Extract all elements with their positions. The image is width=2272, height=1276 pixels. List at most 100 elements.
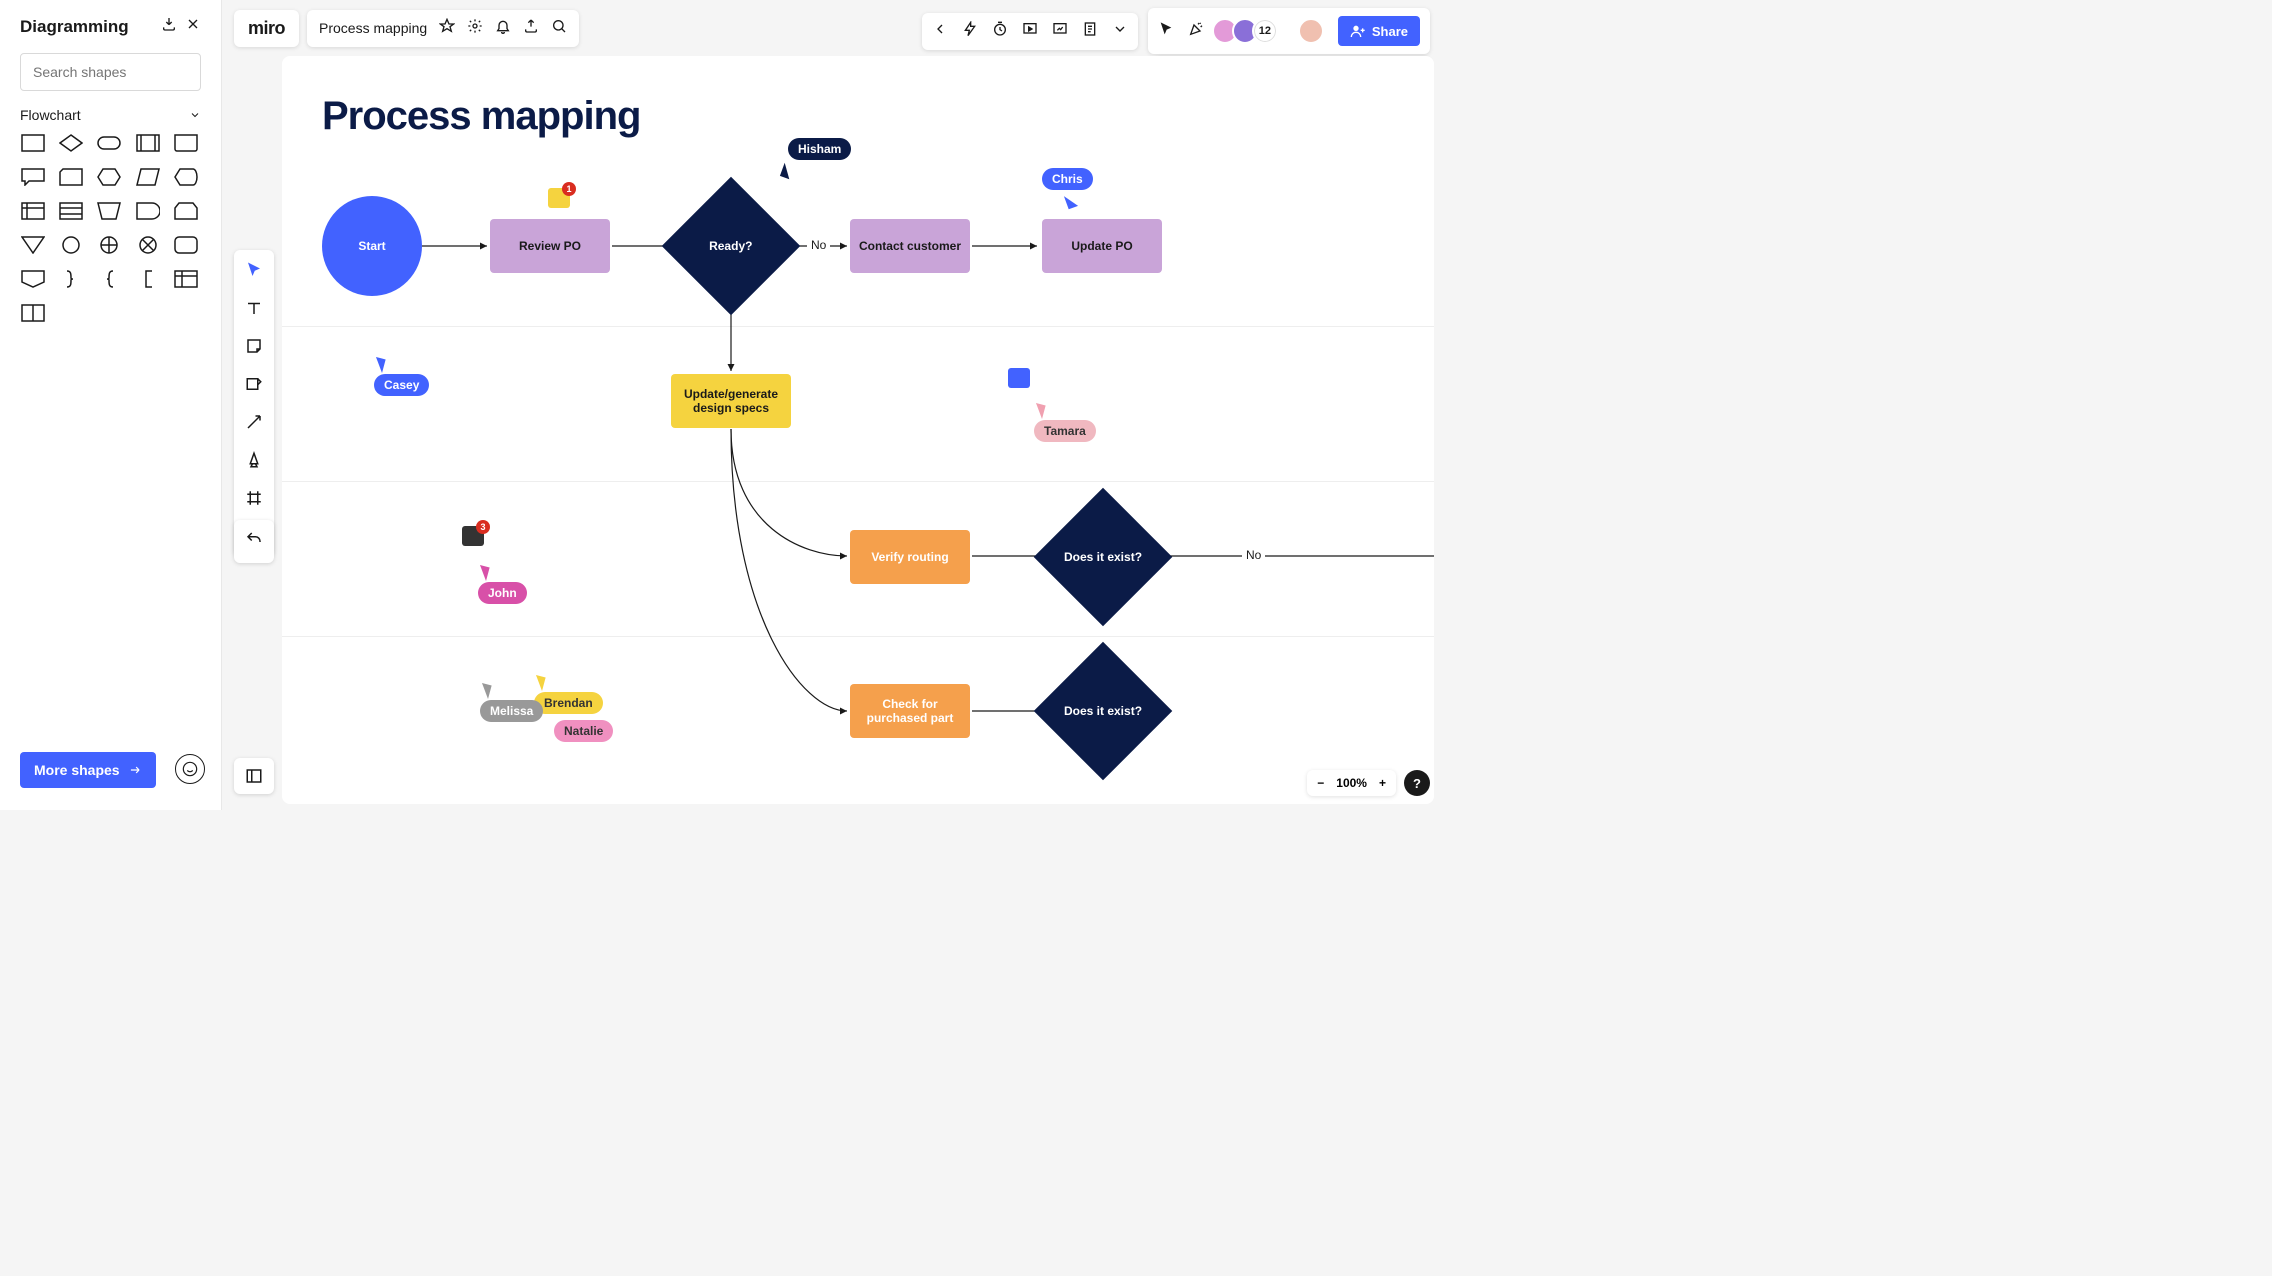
- bolt-icon[interactable]: [962, 21, 978, 42]
- node-contact-customer[interactable]: Contact customer: [850, 219, 970, 273]
- chevron-down-icon[interactable]: [1112, 21, 1128, 42]
- shape-stored-data[interactable]: [58, 201, 84, 221]
- user-cursor: Chris: [1042, 168, 1093, 210]
- shape-predefprocess[interactable]: [135, 133, 161, 153]
- chevron-left-small-icon[interactable]: [932, 21, 948, 42]
- avatar-self[interactable]: [1298, 18, 1324, 44]
- reactions-button[interactable]: [175, 754, 205, 784]
- node-update-po[interactable]: Update PO: [1042, 219, 1162, 273]
- pen-tool[interactable]: [242, 448, 266, 472]
- comment-thread[interactable]: 3: [462, 526, 484, 546]
- shape-manual-op[interactable]: [96, 201, 122, 221]
- shape-table[interactable]: [173, 269, 199, 289]
- present-icon[interactable]: [1022, 21, 1038, 42]
- close-panel-icon[interactable]: [185, 16, 201, 37]
- node-check-part[interactable]: Check for purchased part: [850, 684, 970, 738]
- shape-alt-process[interactable]: [173, 133, 199, 153]
- shape-terminator[interactable]: [96, 133, 122, 153]
- category-flowchart[interactable]: Flowchart: [20, 107, 201, 123]
- shape-merge[interactable]: [20, 235, 46, 255]
- star-icon[interactable]: [439, 18, 455, 39]
- celebrate-icon[interactable]: [1188, 21, 1204, 42]
- board-header: Process mapping: [307, 10, 579, 47]
- shape-rectangle[interactable]: [20, 133, 46, 153]
- canvas[interactable]: Process mapping Start Review PO Ready? C…: [282, 56, 1434, 804]
- notes-icon[interactable]: [1082, 21, 1098, 42]
- zoom-level[interactable]: 100%: [1336, 776, 1367, 790]
- zoom-out-button[interactable]: −: [1317, 776, 1324, 790]
- shape-brace-open[interactable]: [96, 269, 122, 289]
- shape-connector[interactable]: [58, 235, 84, 255]
- timer-icon[interactable]: [992, 21, 1008, 42]
- text-tool[interactable]: [242, 296, 266, 320]
- shape-delay[interactable]: [135, 201, 161, 221]
- node-start[interactable]: Start: [322, 196, 422, 296]
- voting-icon[interactable]: [1052, 21, 1068, 42]
- search-icon[interactable]: [551, 18, 567, 39]
- arrow-right-icon: [128, 763, 142, 777]
- select-tool[interactable]: [242, 258, 266, 282]
- shape-tool[interactable]: [242, 372, 266, 396]
- shape-collate[interactable]: [173, 235, 199, 255]
- node-ready[interactable]: Ready?: [662, 177, 801, 316]
- zoom-control: − 100% +: [1307, 770, 1396, 796]
- shape-sum[interactable]: [96, 235, 122, 255]
- page-title: Process mapping: [322, 94, 640, 139]
- user-cursor: Casey: [374, 358, 429, 396]
- panel-title: Diagramming: [20, 17, 129, 37]
- comment-badge: 3: [476, 520, 490, 534]
- top-right-cluster: 12 Share: [922, 8, 1430, 54]
- more-shapes-button[interactable]: More shapes: [20, 752, 156, 788]
- shape-brace-close[interactable]: [58, 269, 84, 289]
- shape-grid[interactable]: [20, 303, 46, 323]
- smile-icon: [182, 761, 198, 777]
- miro-logo[interactable]: miro: [234, 10, 299, 47]
- shape-internal-storage[interactable]: [20, 201, 46, 221]
- comment-thread[interactable]: [1008, 368, 1030, 388]
- node-update-specs[interactable]: Update/generate design specs: [671, 374, 791, 428]
- node-review-po[interactable]: Review PO: [490, 219, 610, 273]
- chevron-down-icon: [189, 109, 201, 121]
- shape-bracket[interactable]: [135, 269, 161, 289]
- shape-or[interactable]: [135, 235, 161, 255]
- arrow-tool[interactable]: [242, 410, 266, 434]
- hide-panels-button[interactable]: [234, 758, 274, 794]
- shape-offpage[interactable]: [20, 269, 46, 289]
- board-name[interactable]: Process mapping: [319, 20, 427, 36]
- more-shapes-label: More shapes: [34, 762, 120, 778]
- node-exist-2[interactable]: Does it exist?: [1034, 642, 1173, 781]
- user-cursor: Brendan: [534, 676, 603, 714]
- export-icon[interactable]: [523, 18, 539, 39]
- node-verify-routing[interactable]: Verify routing: [850, 530, 970, 584]
- shape-loop-limit[interactable]: [173, 201, 199, 221]
- cursor-icon[interactable]: [1158, 21, 1174, 42]
- shape-card[interactable]: [58, 167, 84, 187]
- divider: [282, 481, 1434, 482]
- help-button[interactable]: ?: [1404, 770, 1430, 796]
- frame-tool[interactable]: [242, 486, 266, 510]
- shape-data[interactable]: [135, 167, 161, 187]
- comment-thread[interactable]: 1: [548, 188, 570, 208]
- comment-badge: 1: [562, 182, 576, 196]
- shape-hexagon[interactable]: [96, 167, 122, 187]
- zoom-in-button[interactable]: +: [1379, 776, 1386, 790]
- main-toolbar: [234, 250, 274, 556]
- undo-button[interactable]: [245, 530, 263, 553]
- user-cursor: John: [478, 566, 527, 604]
- bell-icon[interactable]: [495, 18, 511, 39]
- import-icon[interactable]: [161, 16, 177, 37]
- edge-label-no: No: [807, 238, 830, 252]
- search-shapes-input[interactable]: [20, 53, 201, 91]
- participant-avatars[interactable]: 12: [1218, 18, 1278, 44]
- share-button[interactable]: Share: [1338, 16, 1420, 46]
- apps-pill: [922, 13, 1138, 50]
- shape-diamond[interactable]: [58, 133, 84, 153]
- shape-callout[interactable]: [20, 167, 46, 187]
- node-exist-1[interactable]: Does it exist?: [1034, 488, 1173, 627]
- top-bar: miro Process mapping: [234, 8, 579, 48]
- collab-pill: 12 Share: [1148, 8, 1430, 54]
- undo-toolbar: [234, 520, 274, 563]
- settings-icon[interactable]: [467, 18, 483, 39]
- sticky-tool[interactable]: [242, 334, 266, 358]
- shape-display[interactable]: [173, 167, 199, 187]
